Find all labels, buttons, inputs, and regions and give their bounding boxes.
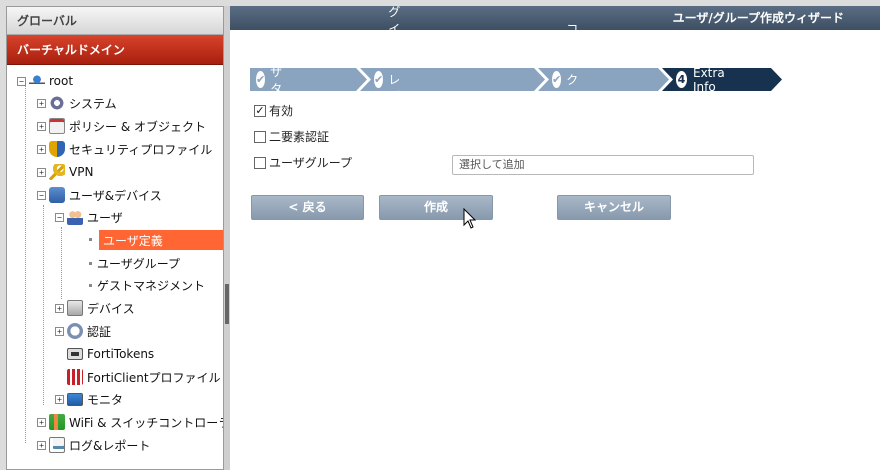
gear-icon — [49, 95, 65, 111]
expand-icon[interactable]: + — [55, 303, 64, 313]
back-button[interactable]: < 戻る — [251, 195, 364, 220]
tree-label: FortiClientプロファイル — [87, 370, 221, 385]
global-section-header[interactable]: グローバル — [7, 7, 223, 35]
cancel-button[interactable]: キャンセル — [557, 195, 671, 220]
wifi-icon — [49, 414, 65, 430]
check-icon: ✔ — [256, 71, 266, 88]
tree-item-user-device[interactable]: − ユーザ&デバイス — [37, 185, 162, 205]
enabled-option[interactable]: ✓ 有効 — [254, 102, 293, 119]
step-number: 4 — [676, 71, 687, 88]
tree-label: ユーザ&デバイス — [69, 188, 162, 203]
user-group-option[interactable]: ユーザグループ — [254, 154, 352, 171]
collapse-icon[interactable]: − — [17, 76, 26, 86]
tree-item-device[interactable]: + デバイス — [55, 298, 135, 318]
tree-label: WiFi & スイッチコントローラー — [69, 415, 223, 430]
mouse-cursor-icon — [463, 208, 477, 229]
tree-label: システム — [69, 96, 117, 111]
tree-item-authentication[interactable]: + 認証 — [55, 321, 111, 341]
tree-item-user[interactable]: − ユーザ — [55, 207, 123, 227]
tree-label: ユーザ — [87, 210, 123, 225]
collapse-handle-icon[interactable] — [225, 284, 229, 324]
chart-report-icon — [49, 437, 65, 453]
expand-icon[interactable]: + — [37, 417, 46, 427]
step-contact-info: ✔ コンタクト情報 — [546, 22, 586, 138]
wizard-title: ユーザ/グループ作成ウィザード — [230, 6, 880, 30]
expand-icon[interactable]: + — [55, 394, 64, 404]
step-user-type: ✔ ユーザタイプ — [250, 31, 290, 130]
tree-label: デバイス — [87, 301, 135, 316]
tree-item-vpn[interactable]: + VPN — [37, 162, 93, 182]
nav-tree: − root + システム + ポリシー & オブジェクト + セキュリティプロ… — [7, 65, 223, 453]
tree-label: VPN — [69, 165, 94, 179]
tree-label: ポリシー & オブジェクト — [69, 119, 206, 134]
tree-item-forticlient-profile[interactable]: FortiClientプロファイル — [67, 367, 221, 387]
navigation-panel: グローバル バーチャルドメイン − root + システム + ポリシー & オ… — [6, 6, 224, 470]
tree-label: FortiTokens — [87, 347, 155, 361]
vdom-section-header[interactable]: バーチャルドメイン — [7, 35, 223, 65]
shield-icon — [49, 141, 65, 157]
step-login-credential: ✔ ログイン クレデンシャル — [368, 0, 408, 172]
expand-icon[interactable]: + — [37, 144, 46, 154]
tree-label: ログ&レポート — [69, 438, 151, 453]
expand-icon[interactable]: + — [37, 440, 46, 450]
tree-label: ゲストマネジメント — [97, 278, 206, 293]
step-label: Extra Info — [693, 65, 725, 94]
clock-icon — [67, 323, 83, 339]
enabled-checkbox[interactable]: ✓ — [254, 104, 266, 117]
two-factor-checkbox[interactable] — [254, 130, 266, 143]
user-group-checkbox[interactable] — [254, 156, 266, 169]
monitor-icon — [67, 392, 83, 406]
tree-label: モニタ — [87, 392, 124, 407]
tree-item-fortitokens[interactable]: FortiTokens — [67, 344, 154, 364]
wizard-panel: ユーザ/グループ作成ウィザード ✔ ユーザタイプ ✔ ログイン クレデンシャル … — [230, 0, 880, 470]
root-network-icon — [29, 73, 45, 89]
expand-icon[interactable]: + — [37, 121, 46, 131]
two-factor-label: 二要素認証 — [269, 130, 330, 144]
collapse-icon[interactable]: − — [55, 212, 64, 222]
tree-item-security-profile[interactable]: + セキュリティプロファイル — [37, 139, 212, 159]
tree-item-policy[interactable]: + ポリシー & オブジェクト — [37, 116, 206, 136]
tree-leaf-bullet — [89, 237, 92, 241]
tree-label: セキュリティプロファイル — [69, 142, 213, 157]
tree-label: ユーザグループ — [97, 256, 181, 271]
user-group-label: ユーザグループ — [269, 156, 353, 170]
expand-icon[interactable]: + — [37, 98, 46, 108]
tree-item-root[interactable]: − root — [17, 71, 73, 91]
tree-item-guest-management[interactable]: ゲストマネジメント — [89, 275, 205, 295]
tree-leaf-bullet — [89, 283, 92, 287]
expand-icon[interactable]: + — [37, 167, 46, 177]
tree-label: root — [49, 74, 74, 88]
tree-item-user-group[interactable]: ユーザグループ — [89, 253, 180, 273]
tree-item-user-definition[interactable]: ユーザ定義 — [99, 230, 223, 250]
tree-item-system[interactable]: + システム — [37, 93, 117, 113]
step-label: ログイン クレデンシャル — [388, 0, 401, 172]
check-icon: ✔ — [552, 71, 562, 88]
tree-item-wifi-switch-controller[interactable]: + WiFi & スイッチコントローラー — [37, 412, 223, 432]
app-window: グローバル バーチャルドメイン − root + システム + ポリシー & オ… — [0, 0, 880, 470]
policy-document-icon — [49, 118, 65, 134]
key-icon — [49, 164, 65, 180]
forticlient-icon — [67, 369, 83, 385]
check-icon: ✔ — [374, 71, 384, 88]
expand-icon[interactable]: + — [55, 326, 64, 336]
step-label: コンタクト情報 — [566, 22, 579, 138]
tree-item-monitor[interactable]: + モニタ — [55, 389, 123, 409]
user-device-icon — [49, 187, 65, 203]
collapse-icon[interactable]: − — [37, 190, 46, 200]
users-icon — [67, 209, 83, 225]
enabled-label: 有効 — [269, 104, 294, 118]
tree-item-log-report[interactable]: + ログ&レポート — [37, 435, 150, 455]
step-extra-info: 4 Extra Info — [670, 65, 731, 94]
device-icon — [67, 300, 83, 316]
tree-leaf-bullet — [89, 261, 92, 265]
user-group-select-input[interactable]: 選択して追加 — [452, 155, 754, 175]
two-factor-option[interactable]: 二要素認証 — [254, 128, 329, 145]
tree-label: 認証 — [87, 324, 112, 339]
token-icon — [67, 348, 83, 360]
